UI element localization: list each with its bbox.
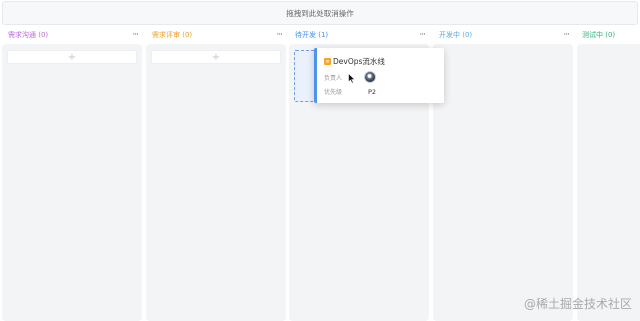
cancel-drop-zone-label: 拖拽到此处取消操作 xyxy=(286,8,354,18)
more-options-icon[interactable]: ··· xyxy=(563,30,570,40)
plus-icon: + xyxy=(67,51,77,63)
column-body[interactable]: + xyxy=(2,44,142,321)
column-body[interactable] xyxy=(577,44,640,321)
more-options-icon[interactable]: ··· xyxy=(419,30,426,40)
mouse-cursor-icon xyxy=(348,73,356,84)
column-title: 测试中 (0) xyxy=(582,31,616,39)
plus-icon: + xyxy=(211,51,221,63)
add-card-button[interactable]: + xyxy=(151,50,281,64)
column-in-development: 开发中 (0) ··· xyxy=(433,27,573,321)
priority-label: 优先级 xyxy=(324,89,343,96)
card-title: DevOps流水线 xyxy=(333,57,385,66)
column-body[interactable]: + xyxy=(146,44,286,321)
task-card-dragging[interactable]: ≡ DevOps流水线 负责人 优先级 P2 xyxy=(314,48,444,103)
column-title: 需求沟通 (0) xyxy=(8,31,49,39)
more-options-icon[interactable]: ··· xyxy=(132,30,139,40)
column-body[interactable] xyxy=(433,44,573,321)
column-testing: 测试中 (0) xyxy=(577,27,640,321)
task-icon: ≡ xyxy=(324,58,331,65)
avatar[interactable] xyxy=(364,71,376,83)
column-title: 待开发 (1) xyxy=(295,31,329,39)
column-requirement-communication: 需求沟通 (0) ··· + xyxy=(2,27,142,321)
column-title: 开发中 (0) xyxy=(439,31,473,39)
column-requirement-review: 需求评审 (0) ··· + xyxy=(146,27,286,321)
cancel-drop-zone[interactable]: 拖拽到此处取消操作 xyxy=(2,1,638,25)
assignee-label: 负责人 xyxy=(324,74,343,82)
watermark: @稀土掘金技术社区 xyxy=(523,297,632,311)
more-options-icon[interactable]: ··· xyxy=(276,30,283,40)
priority-value: P2 xyxy=(368,87,377,96)
add-card-button[interactable]: + xyxy=(7,50,137,64)
column-title: 需求评审 (0) xyxy=(152,31,193,39)
